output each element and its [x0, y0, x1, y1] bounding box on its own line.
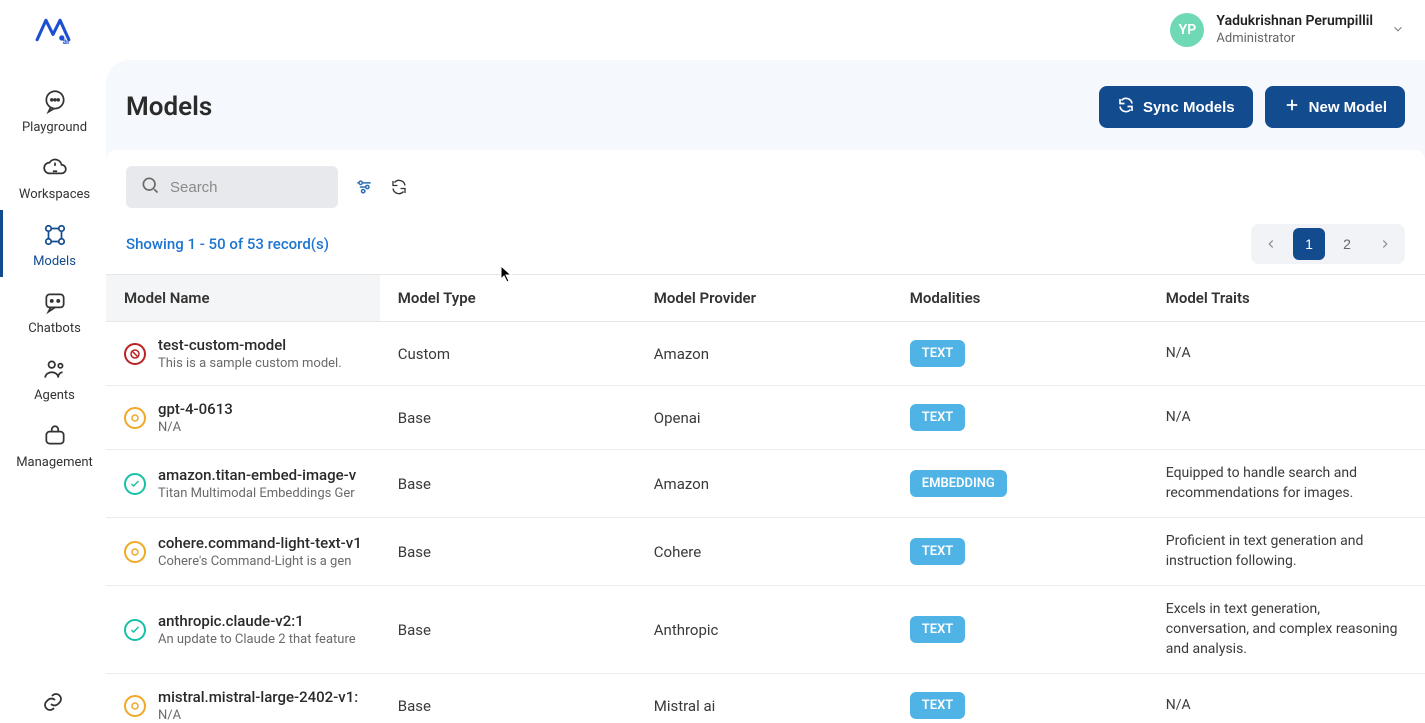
model-provider: Cohere	[636, 518, 892, 586]
sidebar-item-playground[interactable]: Playground	[0, 76, 106, 143]
new-model-button[interactable]: New Model	[1265, 86, 1405, 128]
col-model-traits[interactable]: Model Traits	[1148, 275, 1425, 322]
model-traits: Proficient in text generation and instru…	[1166, 532, 1406, 571]
table-row[interactable]: anthropic.claude-v2:1 An update to Claud…	[106, 586, 1425, 674]
status-icon	[124, 541, 146, 563]
status-icon	[124, 407, 146, 429]
chat-icon	[42, 88, 68, 114]
modality-chip: TEXT	[910, 692, 966, 719]
model-desc: This is a sample custom model.	[158, 356, 342, 371]
model-provider: Anthropic	[636, 586, 892, 674]
sync-models-button[interactable]: Sync Models	[1099, 86, 1253, 128]
table-row[interactable]: test-custom-model This is a sample custo…	[106, 322, 1425, 386]
model-provider: Amazon	[636, 450, 892, 518]
sidebar-item-label: Workspaces	[19, 187, 90, 202]
col-model-name[interactable]: Model Name	[106, 275, 380, 322]
status-icon	[124, 619, 146, 641]
topbar: YP Yadukrishnan Perumpillil Administrato…	[106, 0, 1425, 60]
col-model-provider[interactable]: Model Provider	[636, 275, 892, 322]
refresh-icon[interactable]	[390, 178, 408, 196]
chevron-down-icon	[1391, 21, 1405, 40]
model-type: Base	[380, 450, 636, 518]
page-next-button[interactable]	[1369, 228, 1401, 260]
sidebar-item-label: Playground	[22, 120, 87, 135]
table-row[interactable]: amazon.titan-embed-image-v Titan Multimo…	[106, 450, 1425, 518]
search-icon	[140, 175, 160, 199]
bag-icon	[42, 423, 68, 449]
sidebar-item-workspaces[interactable]: Workspaces	[0, 143, 106, 210]
page-2-button[interactable]: 2	[1331, 228, 1363, 260]
page-prev-button[interactable]	[1255, 228, 1287, 260]
avatar: YP	[1170, 13, 1204, 47]
sidebar-item-management[interactable]: Management	[0, 411, 106, 478]
user-name: Yadukrishnan Perumpillil	[1216, 13, 1373, 31]
filter-icon[interactable]	[354, 177, 374, 197]
page-1-button[interactable]: 1	[1293, 228, 1325, 260]
result-count: Showing 1 - 50 of 53 record(s)	[126, 235, 329, 253]
modality-chip: TEXT	[910, 404, 966, 431]
status-icon	[124, 695, 146, 717]
refresh-icon	[1117, 96, 1135, 118]
status-icon	[124, 343, 146, 365]
model-name: gpt-4-0613	[158, 400, 233, 418]
model-traits: N/A	[1166, 344, 1406, 364]
sidebar-item-label: Agents	[34, 388, 75, 403]
model-traits: Equipped to handle search and recommenda…	[1166, 464, 1406, 503]
model-desc: N/A	[158, 420, 233, 435]
model-name: anthropic.claude-v2:1	[158, 612, 356, 630]
modality-chip: TEXT	[910, 616, 966, 643]
sidebar: ai Playground Workspaces Models Chatbots	[0, 0, 106, 723]
sidebar-item-agents[interactable]: Agents	[0, 344, 106, 411]
cloud-icon	[42, 155, 68, 181]
model-desc: N/A	[158, 708, 358, 723]
model-type: Base	[380, 386, 636, 450]
model-type: Base	[380, 586, 636, 674]
app-logo[interactable]: ai	[33, 14, 73, 46]
search-input[interactable]	[170, 179, 324, 196]
nodes-icon	[42, 222, 68, 248]
model-provider: Openai	[636, 386, 892, 450]
models-table: Model Name Model Type Model Provider Mod…	[106, 274, 1425, 723]
model-provider: Amazon	[636, 322, 892, 386]
pagination: 1 2	[1251, 224, 1405, 264]
sidebar-item-label: Management	[16, 455, 93, 470]
user-menu[interactable]: YP Yadukrishnan Perumpillil Administrato…	[1170, 13, 1405, 47]
search-box[interactable]	[126, 166, 338, 208]
svg-text:ai: ai	[63, 37, 69, 45]
modality-chip: TEXT	[910, 538, 966, 565]
model-name: cohere.command-light-text-v1	[158, 534, 362, 552]
col-modalities[interactable]: Modalities	[892, 275, 1148, 322]
col-model-type[interactable]: Model Type	[380, 275, 636, 322]
model-desc: Titan Multimodal Embeddings Ger	[158, 486, 356, 501]
model-type: Base	[380, 674, 636, 723]
modality-chip: EMBEDDING	[910, 470, 1007, 497]
page-title: Models	[126, 92, 212, 122]
link-icon[interactable]	[40, 689, 66, 715]
sidebar-item-models[interactable]: Models	[0, 210, 106, 277]
model-type: Base	[380, 518, 636, 586]
modality-chip: TEXT	[910, 340, 966, 367]
model-name: amazon.titan-embed-image-v	[158, 466, 356, 484]
sidebar-item-chatbots[interactable]: Chatbots	[0, 277, 106, 344]
model-traits: Excels in text generation, conversation,…	[1166, 600, 1406, 659]
table-row[interactable]: mistral.mistral-large-2402-v1: N/A Base …	[106, 674, 1425, 723]
model-traits: N/A	[1166, 696, 1406, 716]
model-name: test-custom-model	[158, 336, 342, 354]
model-provider: Mistral ai	[636, 674, 892, 723]
table-row[interactable]: cohere.command-light-text-v1 Cohere's Co…	[106, 518, 1425, 586]
model-traits: N/A	[1166, 408, 1406, 428]
user-role: Administrator	[1216, 31, 1373, 47]
plus-icon	[1283, 96, 1301, 118]
model-desc: Cohere's Command-Light is a gen	[158, 554, 362, 569]
model-type: Custom	[380, 322, 636, 386]
table-row[interactable]: gpt-4-0613 N/A Base Openai TEXT N/A	[106, 386, 1425, 450]
model-name: mistral.mistral-large-2402-v1:	[158, 688, 358, 706]
bot-chat-icon	[42, 289, 68, 315]
status-icon	[124, 473, 146, 495]
users-icon	[42, 356, 68, 382]
model-desc: An update to Claude 2 that feature	[158, 632, 356, 647]
sidebar-item-label: Models	[33, 254, 76, 269]
sidebar-item-label: Chatbots	[28, 321, 81, 336]
